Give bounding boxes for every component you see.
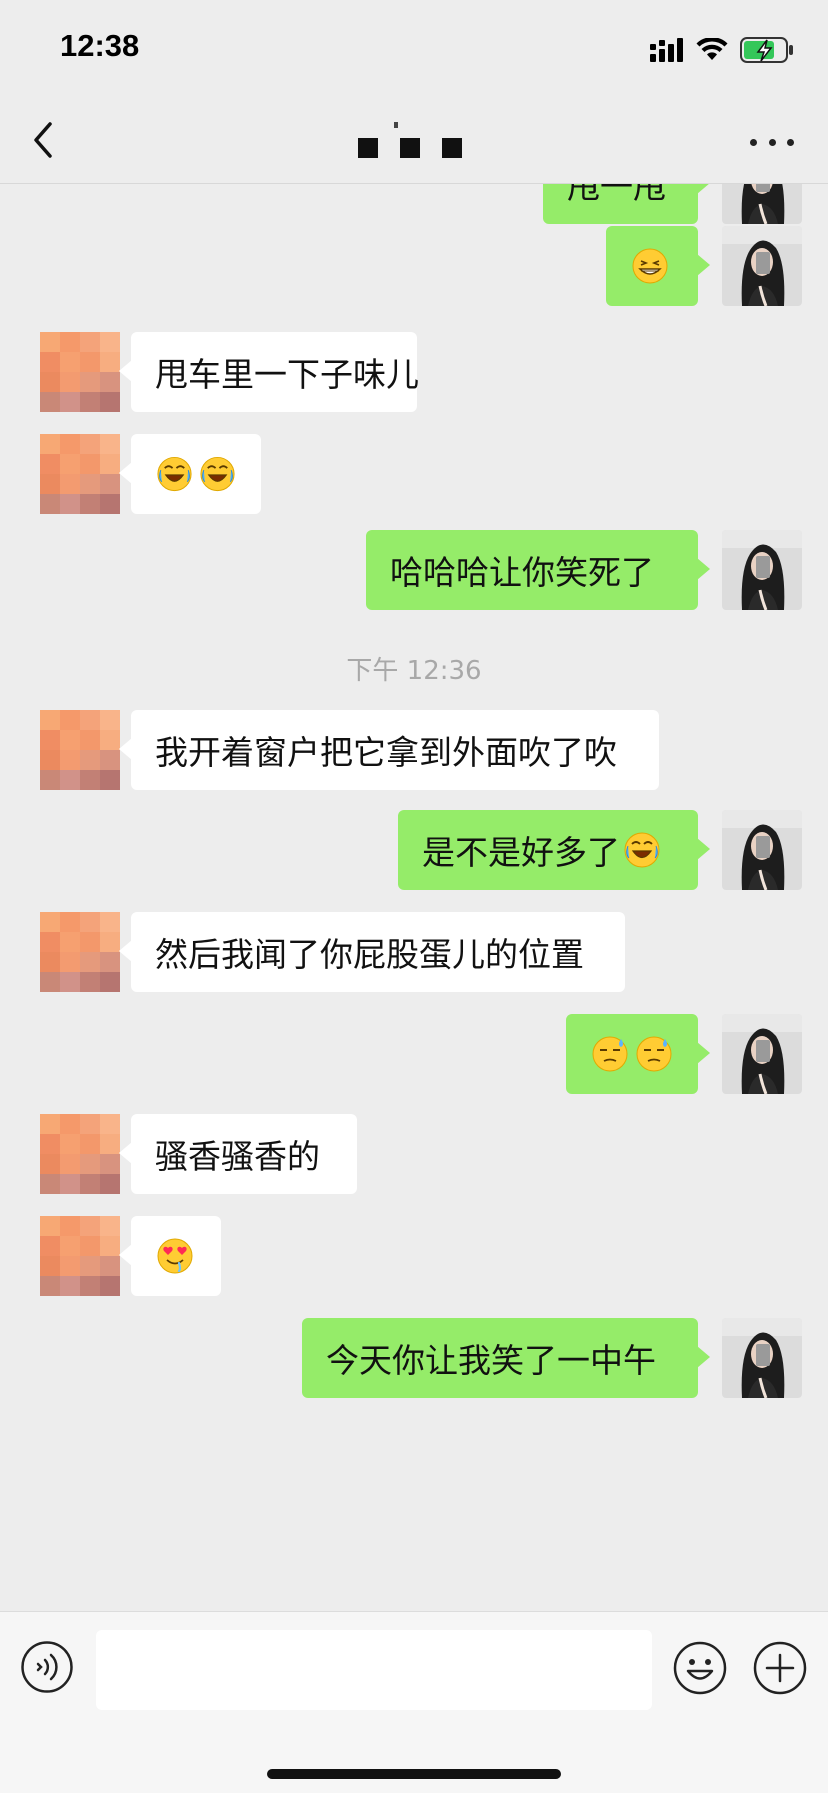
emoji-button[interactable] [672, 1640, 728, 1696]
received-message-bubble[interactable]: 我开着窗户把它拿到外面吹了吹 [119, 710, 659, 790]
sent-message-bubble[interactable] [606, 226, 710, 306]
rolling-laughing-emoji [157, 456, 192, 492]
emoji-icon [673, 1641, 727, 1695]
plus-icon [753, 1641, 807, 1695]
self-avatar[interactable] [722, 810, 802, 890]
message-text: 我开着窗户把它拿到外面吹了吹 [155, 733, 617, 772]
self-avatar[interactable] [722, 184, 802, 224]
chevron-left-icon [34, 122, 52, 158]
contact-avatar-pixelated[interactable] [40, 1216, 120, 1296]
sent-message-bubble[interactable] [566, 1014, 710, 1094]
sent-message-bubble[interactable]: 是不是好多了 [398, 810, 710, 890]
contact-avatar-pixelated[interactable] [40, 1114, 120, 1194]
message-text: 是不是好多了 [422, 833, 620, 872]
self-avatar[interactable] [722, 226, 802, 306]
battery-charging-icon [740, 37, 793, 63]
chat-title-redacted [358, 138, 462, 158]
grinning-squint-emoji [632, 248, 668, 284]
title-dot [394, 122, 398, 128]
signal-icon [650, 38, 683, 62]
rolling-laughing-emoji [624, 832, 660, 868]
contact-avatar-pixelated[interactable] [40, 912, 120, 992]
chat-message-list[interactable]: 甩一甩甩车里一下子味儿哈哈哈让你笑死了下午 12:36 我开着窗户把它拿到外面吹了… [0, 184, 828, 1610]
more-icon-dot [768, 138, 776, 146]
message-text: 然后我闻了你屁股蛋儿的位置 [155, 935, 584, 974]
contact-avatar-pixelated[interactable] [40, 434, 120, 514]
received-message-bubble[interactable]: 然后我闻了你屁股蛋儿的位置 [119, 912, 625, 992]
status-icons [650, 34, 794, 66]
sweat-emoji [636, 1036, 672, 1072]
self-avatar[interactable] [722, 530, 802, 610]
voice-button[interactable] [20, 1640, 74, 1694]
more-icon-dot [787, 138, 794, 146]
message-text: 哈哈哈让你笑死了 [390, 553, 654, 592]
sent-message-bubble[interactable]: 哈哈哈让你笑死了 [366, 530, 710, 610]
redaction-block [358, 138, 378, 158]
message-text: 甩一甩 [567, 184, 666, 206]
self-avatar[interactable] [722, 1318, 802, 1398]
sent-message-bubble[interactable]: 甩一甩 [543, 184, 710, 224]
received-message-bubble[interactable] [119, 434, 261, 514]
status-time: 12:38 [60, 28, 140, 63]
received-message-bubble[interactable]: 甩车里一下子味儿 [119, 332, 419, 412]
message-text: 骚香骚香的 [155, 1137, 320, 1176]
message-text: 甩车里一下子味儿 [155, 355, 419, 394]
sweat-emoji [592, 1036, 628, 1072]
received-message-bubble[interactable] [119, 1216, 221, 1296]
status-bar: 12:38 [0, 0, 828, 100]
more-button[interactable] [750, 136, 794, 148]
wifi-icon [696, 38, 728, 60]
contact-avatar-pixelated[interactable] [40, 332, 120, 412]
plus-button[interactable] [752, 1640, 808, 1696]
voice-icon [21, 1641, 73, 1693]
message-text: 今天你让我笑了一中午 [326, 1341, 656, 1380]
self-avatar[interactable] [722, 1014, 802, 1094]
received-message-bubble[interactable]: 骚香骚香的 [119, 1114, 357, 1194]
message-input[interactable] [96, 1630, 652, 1710]
timestamp: 下午 12:36 [346, 656, 482, 686]
heart-eyes-drool-emoji [157, 1238, 193, 1274]
chat-input-bar [0, 1611, 828, 1793]
sent-message-bubble[interactable]: 今天你让我笑了一中午 [302, 1318, 710, 1398]
redaction-block [400, 138, 420, 158]
home-indicator [267, 1769, 561, 1779]
redaction-block [442, 138, 462, 158]
chat-nav-bar [0, 100, 828, 184]
more-icon-dot [750, 138, 757, 146]
back-button[interactable] [26, 118, 66, 162]
rolling-laughing-emoji [200, 456, 235, 492]
contact-avatar-pixelated[interactable] [40, 710, 120, 790]
